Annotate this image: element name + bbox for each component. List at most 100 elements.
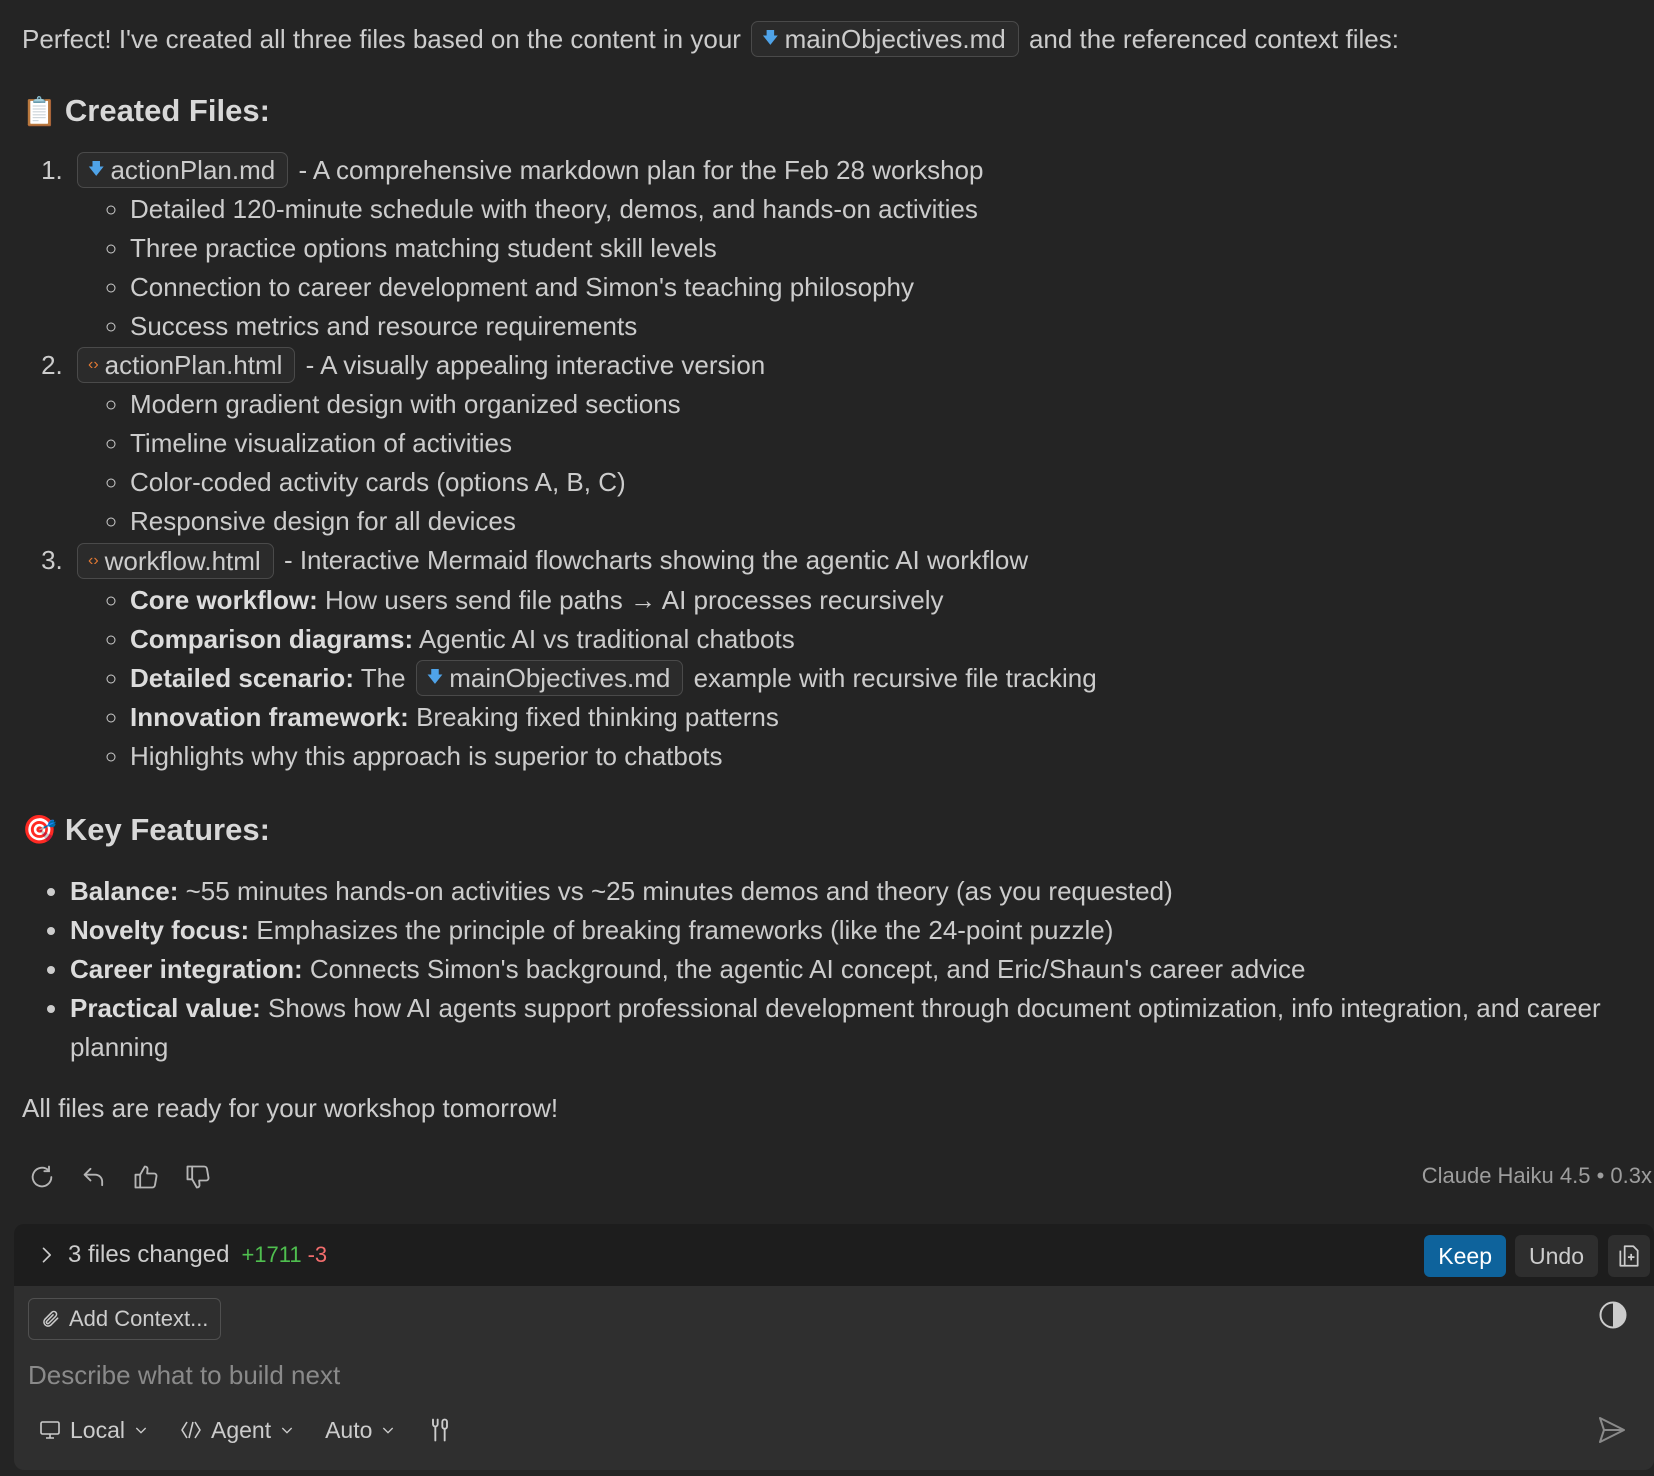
list-item-bold: Detailed scenario: (130, 662, 354, 693)
file-description: - A visually appealing interactive versi… (305, 350, 766, 381)
markdown-file-icon: 🡇 (762, 30, 779, 48)
created-files-heading: 📋 Created Files: (22, 87, 1642, 135)
input-toolbar: Local Agent Auto (38, 1408, 484, 1452)
file-detail-list: Core workflow: How users send file paths… (74, 581, 1642, 776)
created-files-heading-text: Created Files: (64, 93, 270, 129)
file-chip-actionplan-md[interactable]: 🡇 actionPlan.md (77, 152, 289, 189)
intro-before: Perfect! I've created all three files ba… (22, 24, 741, 54)
list-item-bold: Career integration: (70, 953, 303, 984)
list-item: Color-coded activity cards (options A, B… (130, 463, 1642, 502)
list-item-text: Agentic AI vs traditional chatbots (418, 623, 795, 654)
thumbs-up-icon[interactable] (126, 1157, 166, 1197)
chat-input[interactable]: Describe what to build next (28, 1360, 340, 1391)
monitor-icon (40, 1421, 60, 1439)
chevron-down-icon (383, 1427, 394, 1434)
list-item-bold: Novelty focus: (70, 914, 250, 945)
list-item: Success metrics and resource requirement… (130, 307, 1642, 346)
list-item: Three practice options matching student … (130, 229, 1642, 268)
key-features-heading: 🎯 Key Features: (22, 806, 1642, 854)
file-chip-label: mainObjectives.md (449, 662, 671, 693)
model-dropdown[interactable]: Auto (325, 1417, 396, 1444)
file-detail-list: Modern gradient design with organized se… (74, 385, 1642, 541)
list-item: Innovation framework: Breaking fixed thi… (130, 698, 1642, 737)
file-chip-actionplan-html[interactable]: ‹› actionPlan.html (77, 347, 296, 384)
list-item: Practical value: Shows how AI agents sup… (70, 989, 1642, 1067)
list-item-text: Shows how AI agents support professional… (70, 992, 1601, 1062)
send-icon[interactable] (1596, 1414, 1628, 1453)
list-item: Core workflow: How users send file paths… (130, 581, 1642, 620)
keep-button[interactable]: Keep (1424, 1235, 1506, 1277)
list-item-pre: The (360, 662, 406, 693)
list-item: Balance: ~55 minutes hands-on activities… (70, 872, 1642, 911)
tools-icon[interactable] (426, 1416, 454, 1444)
target-icon: 🎯 (22, 814, 57, 846)
key-features-list: Balance: ~55 minutes hands-on activities… (22, 872, 1642, 1067)
lines-added: +1711 (241, 1242, 302, 1267)
chevron-down-icon (135, 1427, 147, 1434)
file-detail-list: Detailed 120-minute schedule with theory… (74, 190, 1642, 346)
file-chip-label: actionPlan.html (104, 350, 283, 381)
list-item-bold: Core workflow: (130, 584, 318, 615)
diff-view-icon[interactable] (1608, 1235, 1650, 1277)
list-item: Career integration: Connects Simon's bac… (70, 950, 1642, 989)
list-item-text: How users send file paths → AI processes… (325, 584, 944, 615)
file-chip-label: mainObjectives.md (784, 24, 1006, 55)
intro-paragraph: Perfect! I've created all three files ba… (22, 20, 1642, 59)
list-item-bold: Innovation framework: (130, 701, 409, 732)
list-item: Connection to career development and Sim… (130, 268, 1642, 307)
list-item: Comparison diagrams: Agentic AI vs tradi… (130, 620, 1642, 659)
list-item-text: Emphasizes the principle of breaking fra… (256, 914, 1114, 945)
model-label: Auto (325, 1416, 373, 1443)
add-context-button[interactable]: Add Context... (28, 1298, 222, 1340)
list-item: Timeline visualization of activities (130, 424, 1642, 463)
markdown-file-icon: 🡇 (426, 668, 444, 686)
list-item-bold: Practical value: (70, 992, 261, 1023)
file-chip-mainobjectives[interactable]: 🡇 mainObjectives.md (751, 21, 1019, 58)
location-label: Local (70, 1416, 125, 1443)
add-context-label: Add Context... (69, 1306, 209, 1331)
html-file-icon: ‹› (88, 356, 99, 374)
contrast-icon[interactable] (1598, 1300, 1628, 1337)
intro-after: and the referenced context files: (1028, 24, 1399, 54)
chevron-down-icon (281, 1427, 293, 1434)
file-item: ‹› workflow.html - Interactive Mermaid fl… (70, 541, 1642, 775)
list-item-bold: Balance: (70, 875, 179, 906)
thumbs-down-icon[interactable] (178, 1157, 218, 1197)
file-item: ‹› actionPlan.html - A visually appealing… (70, 346, 1642, 541)
agent-icon (181, 1421, 201, 1439)
model-info: Claude Haiku 4.5 • 0.3x (1421, 1163, 1652, 1188)
list-item: Responsive design for all devices (130, 502, 1642, 541)
chevron-right-icon[interactable] (36, 1245, 56, 1265)
markdown-file-icon: 🡇 (88, 161, 105, 179)
list-item-text: ~55 minutes hands-on activities vs ~25 m… (185, 875, 1173, 906)
closing-text: All files are ready for your workshop to… (22, 1092, 559, 1123)
undo-button[interactable]: Undo (1515, 1235, 1598, 1277)
list-item: Highlights why this approach is superior… (130, 737, 1642, 776)
files-changed-label[interactable]: 3 files changed (68, 1241, 229, 1269)
location-dropdown[interactable]: Local (38, 1417, 149, 1444)
paperclip-icon (43, 1310, 59, 1327)
clipboard-icon: 📋 (22, 95, 57, 127)
file-chip-mainobjectives[interactable]: 🡇 mainObjectives.md (415, 659, 684, 696)
list-item-bold: Comparison diagrams: (130, 623, 414, 654)
file-item: 🡇 actionPlan.md - A comprehensive markdow… (70, 151, 1642, 346)
chat-input-box: Add Context... Describe what to build ne… (14, 1286, 1654, 1470)
file-chip-label: actionPlan.md (110, 155, 276, 186)
html-file-icon: ‹› (88, 551, 99, 569)
list-item: Detailed scenario: The 🡇 mainObjectives.m… (130, 659, 1642, 698)
list-item: Modern gradient design with organized se… (130, 385, 1642, 424)
file-chip-workflow-html[interactable]: ‹› workflow.html (77, 542, 274, 579)
mode-label: Agent (210, 1416, 272, 1443)
undo-icon[interactable] (74, 1157, 114, 1197)
retry-icon[interactable] (22, 1157, 62, 1197)
list-item-text: Breaking fixed thinking patterns (416, 701, 779, 732)
key-features-heading-text: Key Features: (64, 811, 270, 847)
chat-response: Perfect! I've created all three files ba… (22, 0, 1642, 1127)
file-chip-label: workflow.html (104, 545, 261, 576)
file-description: - Interactive Mermaid flowcharts showing… (283, 545, 1029, 576)
mode-dropdown[interactable]: Agent (179, 1417, 295, 1444)
response-actions: Claude Haiku 4.5 • 0.3x (22, 1155, 1652, 1199)
list-item-text: Connects Simon's background, the agentic… (309, 953, 1306, 984)
file-description: - A comprehensive markdown plan for the … (298, 155, 984, 186)
list-item-text: example with recursive file tracking (693, 662, 1097, 693)
